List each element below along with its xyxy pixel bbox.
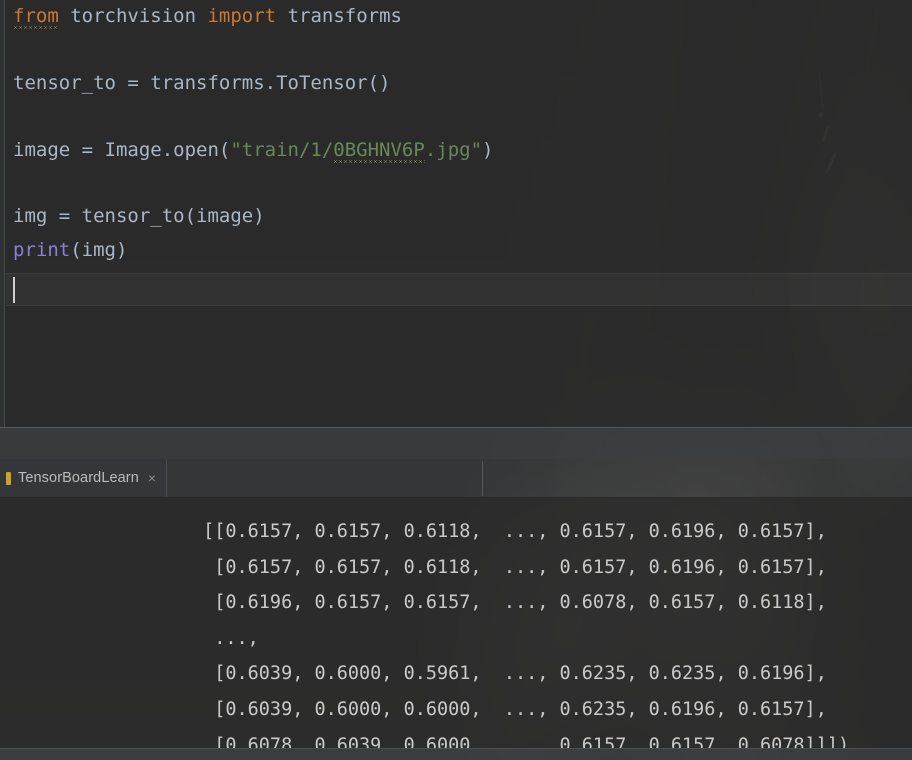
code-token: import: [207, 5, 277, 27]
code-token: (img): [70, 238, 128, 261]
code-token: torchvision: [58, 5, 208, 27]
tab-tensorboardlearn[interactable]: TensorBoardLearn ×: [0, 459, 168, 497]
console-tabbar[interactable]: TensorBoardLearn ×: [0, 459, 912, 498]
code-token: from: [13, 5, 59, 27]
tab-label: TensorBoardLearn: [18, 470, 139, 486]
code-token: ): [482, 138, 494, 161]
close-icon[interactable]: ×: [148, 471, 156, 485]
code-line: tensor_to = transforms.ToTensor(): [13, 67, 912, 100]
code-token: 0BGHNV6P: [333, 138, 425, 161]
toolwindow-header-gap: [0, 428, 912, 459]
code-editor[interactable]: from torchvision import transforms tenso…: [0, 0, 912, 428]
code-token: img = tensor_to(image): [13, 205, 265, 228]
code-line: image = Image.open("train/1/0BGHNV6P.jpg…: [13, 134, 912, 167]
status-bar: [0, 748, 912, 760]
code-token: transforms: [276, 5, 402, 27]
run-config-icon: [6, 471, 11, 485]
tabbar-divider: [482, 461, 483, 496]
run-console[interactable]: [[0.6157, 0.6157, 0.6118, ..., 0.6157, 0…: [0, 498, 912, 748]
console-output-text: [[0.6157, 0.6157, 0.6118, ..., 0.6157, 0…: [203, 521, 850, 748]
code-token: .jpg": [424, 138, 483, 161]
code-token: print: [13, 238, 71, 261]
code-line: img = tensor_to(image): [13, 200, 912, 233]
code-line: print(img): [13, 234, 912, 267]
text-caret: [13, 277, 15, 303]
ide-window: from torchvision import transforms tenso…: [0, 0, 912, 760]
code-token: "train/1/: [230, 138, 334, 161]
code-line: from torchvision import transforms: [13, 0, 912, 33]
code-token: tensor_to = transforms.ToTensor(): [13, 71, 391, 94]
code-token: image = Image.open(: [13, 138, 231, 161]
source-code[interactable]: from torchvision import transforms tenso…: [13, 0, 912, 301]
editor-gutter: [0, 0, 5, 428]
